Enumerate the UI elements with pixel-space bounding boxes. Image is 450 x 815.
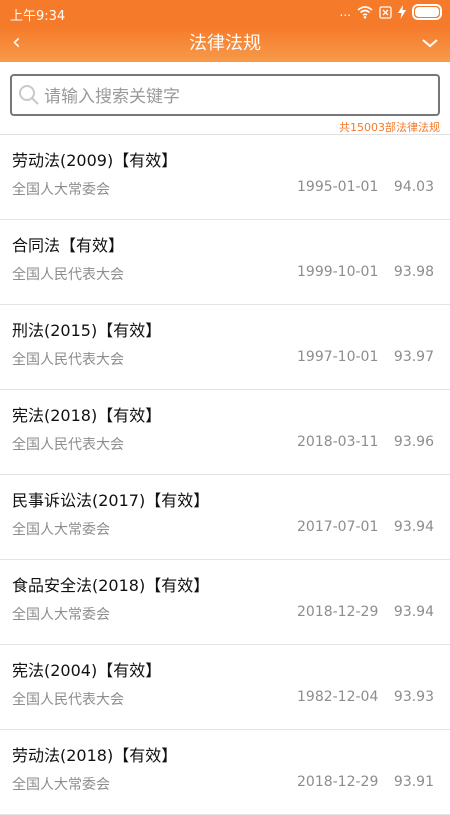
law-list-item[interactable]: 宪法(2004)【有效】 全国人民代表大会 1982-12-04 93.93 xyxy=(0,645,450,730)
law-issuer: 全国人民代表大会 xyxy=(12,437,124,453)
search-icon xyxy=(19,85,39,105)
status-bar: 上午9:34 ... xyxy=(0,0,450,26)
law-list-item[interactable]: 刑法(2015)【有效】 全国人民代表大会 1997-10-01 93.97 xyxy=(0,305,450,390)
law-list-item[interactable]: 合同法【有效】 全国人民代表大会 1999-10-01 93.98 xyxy=(0,220,450,305)
battery-level xyxy=(415,7,439,17)
law-title: 民事诉讼法(2017)【有效】 xyxy=(12,491,210,510)
chevron-down-icon[interactable] xyxy=(420,33,440,53)
law-date: 2018-12-29 xyxy=(297,604,379,620)
more-dots-icon: ... xyxy=(339,5,351,19)
search-box[interactable] xyxy=(10,74,440,116)
law-title: 刑法(2015)【有效】 xyxy=(12,321,162,340)
law-score: 93.91 xyxy=(393,774,434,790)
law-list-item[interactable]: 劳动法(2018)【有效】 全国人大常委会 2018-12-29 93.91 xyxy=(0,730,450,815)
app-bar: ‹ 法律法规 xyxy=(0,26,450,62)
law-score: 93.96 xyxy=(393,434,434,450)
law-title: 宪法(2004)【有效】 xyxy=(12,661,162,680)
search-input[interactable] xyxy=(42,82,436,112)
page-title: 法律法规 xyxy=(189,33,261,54)
law-list-item[interactable]: 食品安全法(2018)【有效】 全国人大常委会 2018-12-29 93.94 xyxy=(0,560,450,645)
law-score: 93.98 xyxy=(393,264,434,280)
law-date: 1997-10-01 xyxy=(297,349,379,365)
law-issuer: 全国人民代表大会 xyxy=(12,352,124,368)
law-issuer: 全国人大常委会 xyxy=(12,522,110,538)
wifi-icon xyxy=(357,6,373,19)
law-date: 2018-03-11 xyxy=(297,434,379,450)
law-issuer: 全国人大常委会 xyxy=(12,607,110,623)
status-time: 上午9:34 xyxy=(10,9,66,24)
law-date: 1999-10-01 xyxy=(297,264,379,280)
law-title: 劳动法(2009)【有效】 xyxy=(12,151,178,170)
charging-icon xyxy=(398,5,406,19)
law-date: 2018-12-29 xyxy=(297,774,379,790)
law-date: 1982-12-04 xyxy=(297,689,379,705)
law-issuer: 全国人民代表大会 xyxy=(12,692,124,708)
sim-error-icon xyxy=(379,5,392,19)
status-icons: ... xyxy=(340,4,442,20)
law-score: 94.03 xyxy=(393,179,434,195)
law-score: 93.94 xyxy=(393,604,434,620)
law-issuer: 全国人民代表大会 xyxy=(12,267,124,283)
law-date: 1995-01-01 xyxy=(297,179,379,195)
law-score: 93.97 xyxy=(393,349,434,365)
law-score: 93.93 xyxy=(393,689,434,705)
search-area: 共15003部法律法规 xyxy=(0,62,450,135)
law-list-item[interactable]: 民事诉讼法(2017)【有效】 全国人大常委会 2017-07-01 93.94 xyxy=(0,475,450,560)
law-title: 合同法【有效】 xyxy=(12,236,125,255)
law-list-item[interactable]: 劳动法(2009)【有效】 全国人大常委会 1995-01-01 94.03 xyxy=(0,135,450,220)
law-list: 劳动法(2009)【有效】 全国人大常委会 1995-01-01 94.03 合同法【有… xyxy=(0,135,450,815)
law-list-item[interactable]: 宪法(2018)【有效】 全国人民代表大会 2018-03-11 93.96 xyxy=(0,390,450,475)
law-title: 食品安全法(2018)【有效】 xyxy=(12,576,210,595)
law-count: 共15003部法律法规 xyxy=(339,121,440,134)
law-title: 宪法(2018)【有效】 xyxy=(12,406,162,425)
battery-icon xyxy=(412,4,442,20)
law-date: 2017-07-01 xyxy=(297,519,379,535)
law-title: 劳动法(2018)【有效】 xyxy=(12,746,178,765)
law-issuer: 全国人大常委会 xyxy=(12,182,110,198)
law-score: 93.94 xyxy=(393,519,434,535)
law-issuer: 全国人大常委会 xyxy=(12,777,110,793)
